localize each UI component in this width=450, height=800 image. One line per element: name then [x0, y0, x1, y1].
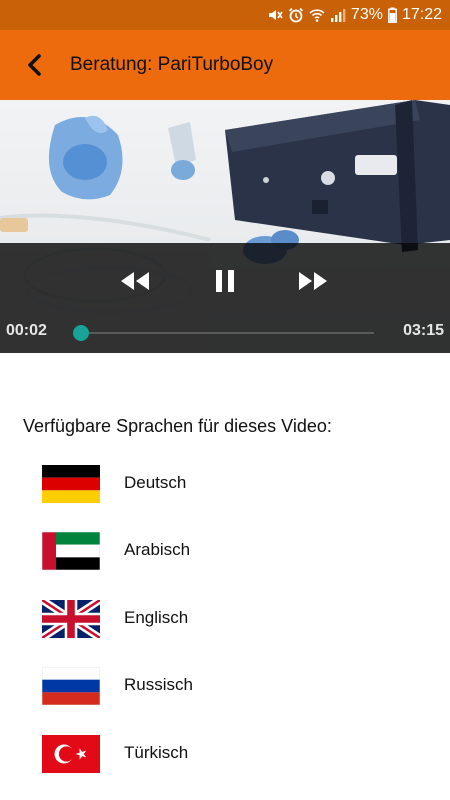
alarm-icon	[288, 7, 304, 23]
language-label: Russisch	[124, 675, 193, 694]
current-time: 00:02	[6, 322, 47, 339]
battery-icon	[388, 7, 397, 23]
page-title: Beratung: PariTurboBoy	[70, 54, 274, 75]
signal-icon	[330, 7, 346, 23]
video-controls: 00:02 03:15	[0, 243, 450, 353]
rewind-icon	[121, 272, 149, 290]
language-label: Arabisch	[124, 540, 191, 559]
germany-flag-icon	[42, 465, 100, 503]
language-item-deutsch[interactable]: Deutsch	[0, 452, 450, 516]
language-label: Türkisch	[124, 743, 189, 762]
battery-percent: 73%	[350, 6, 383, 23]
status-time: 17:22	[401, 6, 442, 23]
seek-thumb[interactable]	[72, 325, 89, 341]
language-label: Deutsch	[124, 473, 187, 492]
language-item-russisch[interactable]: Russisch	[0, 654, 450, 718]
fast-forward-icon	[299, 272, 327, 290]
wifi-icon	[309, 7, 325, 23]
language-item-englisch[interactable]: Englisch	[0, 587, 450, 651]
video-player[interactable]: 00:02 03:15	[0, 100, 450, 353]
uk-flag-icon	[42, 600, 100, 638]
fast-forward-button[interactable]	[293, 263, 333, 299]
arrow-back-icon	[28, 54, 41, 76]
turkey-flag-icon	[42, 735, 100, 773]
seek-bar[interactable]	[72, 325, 374, 341]
status-icons: 73% 17:22	[267, 0, 442, 30]
app-bar: Beratung: PariTurboBoy	[0, 30, 450, 100]
back-button[interactable]	[18, 49, 52, 81]
languages-heading: Verfügbare Sprachen für dieses Video:	[23, 416, 332, 436]
uae-flag-icon	[42, 532, 100, 570]
language-item-arabisch[interactable]: Arabisch	[0, 519, 450, 583]
language-item-tuerkisch[interactable]: Türkisch	[0, 722, 450, 786]
rewind-button[interactable]	[115, 263, 155, 299]
status-bar: 73% 17:22	[0, 0, 450, 30]
mute-icon	[267, 7, 283, 23]
pause-icon	[216, 270, 234, 292]
russia-flag-icon	[42, 667, 100, 705]
duration: 03:15	[403, 322, 444, 339]
language-label: Englisch	[124, 608, 189, 627]
pause-button[interactable]	[205, 263, 245, 299]
